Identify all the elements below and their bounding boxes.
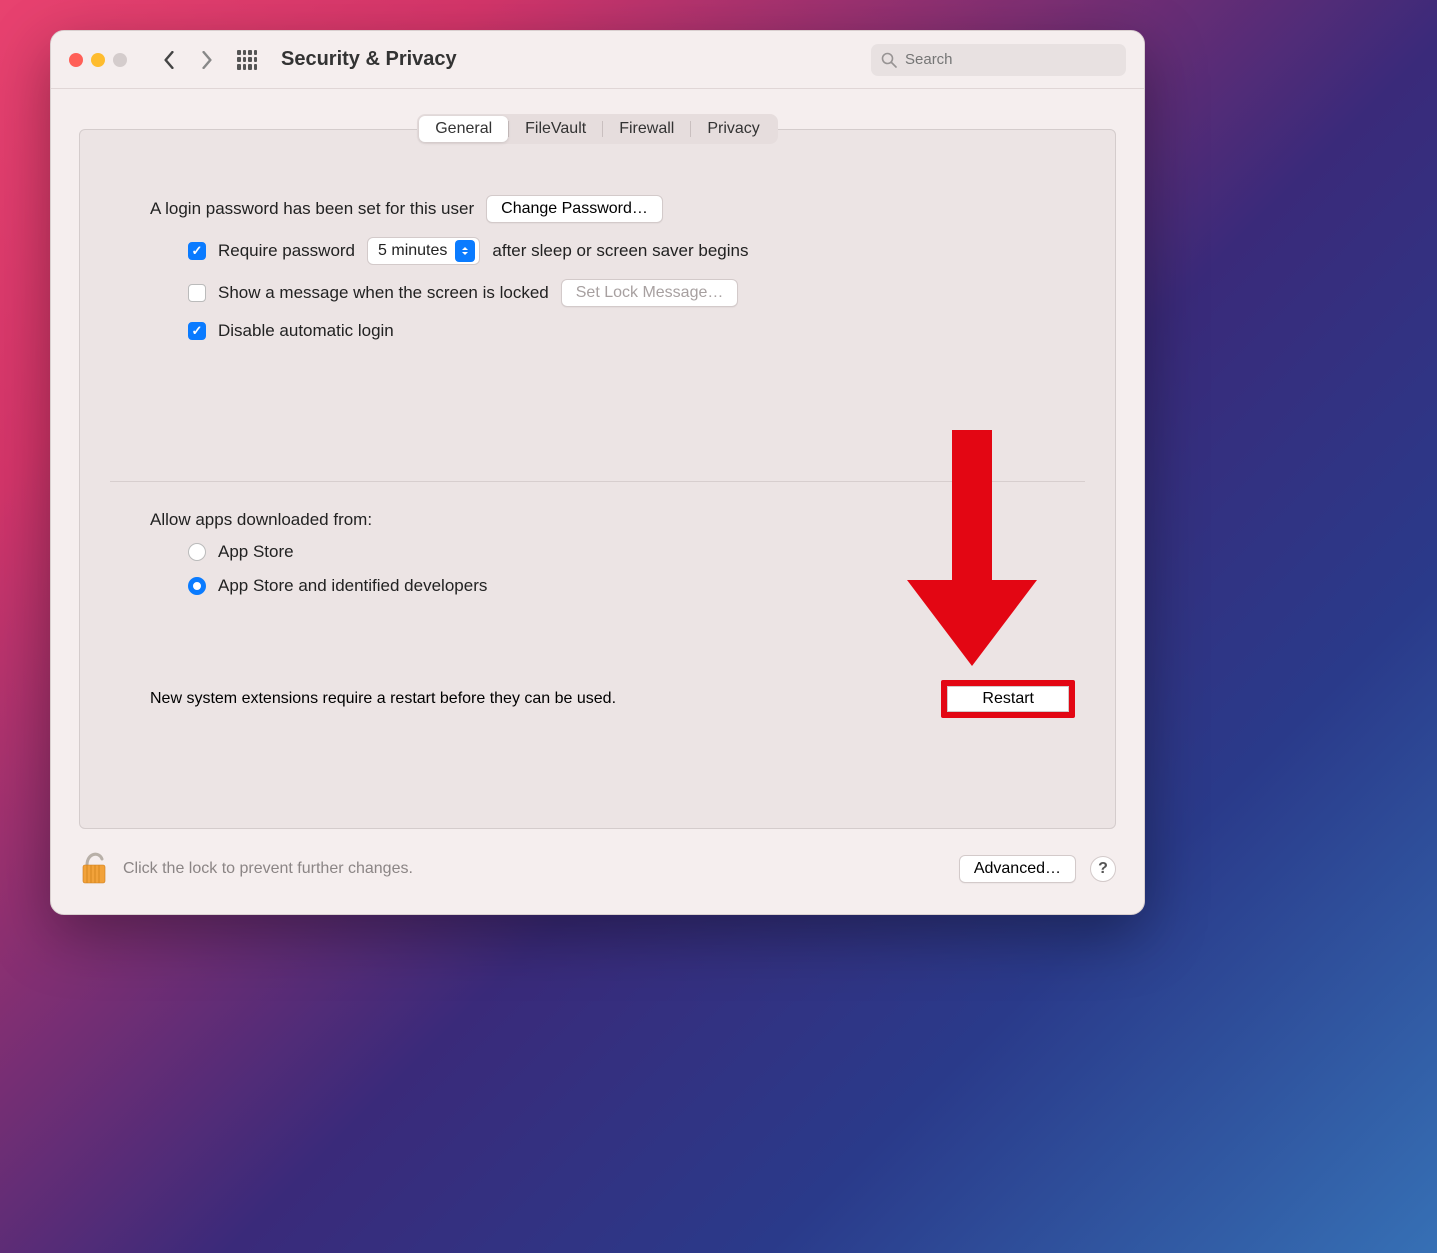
require-password-checkbox[interactable]	[188, 242, 206, 260]
lock-text: Click the lock to prevent further change…	[123, 860, 413, 878]
radio-identified-developers-label: App Store and identified developers	[218, 576, 487, 596]
set-lock-message-button[interactable]: Set Lock Message…	[561, 279, 739, 307]
password-delay-select[interactable]: 5 minutes	[367, 237, 480, 265]
require-password-suffix: after sleep or screen saver begins	[492, 241, 748, 261]
search-field[interactable]	[871, 44, 1126, 76]
tab-filevault[interactable]: FileVault	[509, 116, 602, 142]
search-input[interactable]	[905, 51, 1116, 68]
help-button[interactable]: ?	[1090, 856, 1116, 882]
advanced-button[interactable]: Advanced…	[959, 855, 1076, 883]
main-panel: General FileVault Firewall Privacy A log…	[79, 129, 1116, 829]
system-preferences-window: Security & Privacy General FileVault Fir…	[50, 30, 1145, 915]
tab-firewall[interactable]: Firewall	[603, 116, 690, 142]
radio-app-store[interactable]	[188, 543, 206, 561]
tab-general[interactable]: General	[419, 116, 508, 142]
close-button[interactable]	[69, 53, 83, 67]
disable-auto-login-label: Disable automatic login	[218, 321, 394, 341]
annotation-arrow-icon	[907, 430, 1037, 695]
forward-button[interactable]	[193, 46, 221, 74]
back-button[interactable]	[155, 46, 183, 74]
disable-auto-login-checkbox[interactable]	[188, 322, 206, 340]
search-icon	[881, 52, 897, 68]
window-title: Security & Privacy	[281, 48, 457, 71]
password-set-label: A login password has been set for this u…	[150, 199, 474, 219]
select-arrows-icon	[455, 240, 475, 262]
minimize-button[interactable]	[91, 53, 105, 67]
show-all-icon[interactable]	[237, 50, 257, 70]
tab-bar: General FileVault Firewall Privacy	[417, 114, 778, 144]
show-message-checkbox[interactable]	[188, 284, 206, 302]
radio-app-store-label: App Store	[218, 542, 294, 562]
lock-icon[interactable]	[79, 847, 109, 890]
footer: Click the lock to prevent further change…	[51, 829, 1144, 914]
tab-privacy[interactable]: Privacy	[691, 116, 775, 142]
titlebar: Security & Privacy	[51, 31, 1144, 89]
require-password-label: Require password	[218, 241, 355, 261]
show-message-label: Show a message when the screen is locked	[218, 283, 549, 303]
restart-message: New system extensions require a restart …	[150, 690, 616, 708]
zoom-button[interactable]	[113, 53, 127, 67]
window-controls	[69, 53, 127, 67]
change-password-button[interactable]: Change Password…	[486, 195, 663, 223]
radio-identified-developers[interactable]	[188, 577, 206, 595]
